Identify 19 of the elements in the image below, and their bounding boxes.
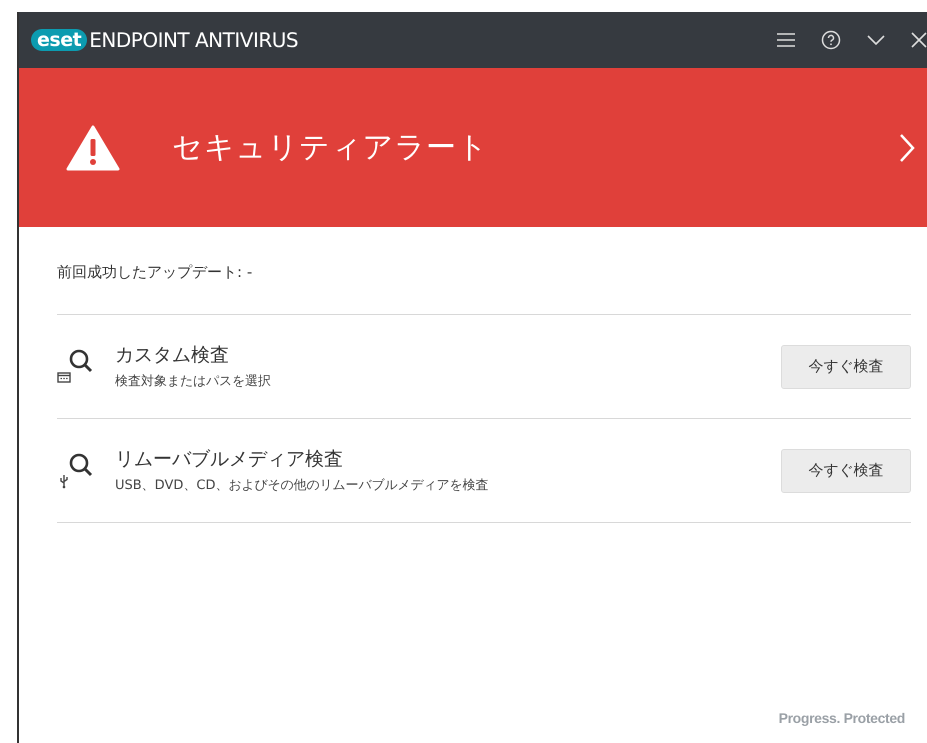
alert-banner[interactable]: セキュリティアラート xyxy=(19,68,927,227)
close-icon[interactable] xyxy=(911,32,927,48)
scan-title: カスタム検査 xyxy=(115,342,230,368)
menu-icon[interactable] xyxy=(777,33,795,47)
slogan-text: Progress. Protected xyxy=(778,709,905,728)
window-title: ENDPOINT ANTIVIRUS xyxy=(89,27,298,54)
custom-scan-icon xyxy=(57,348,93,385)
scan-now-button[interactable]: 今すぐ検査 xyxy=(781,448,911,492)
scan-description: 検査対象またはパスを選択 xyxy=(115,372,271,391)
chevron-down-icon[interactable] xyxy=(867,35,885,45)
alert-title: セキュリティアラート xyxy=(172,129,488,167)
scan-description: USB、DVD、CD、およびその他のリムーバブルメディアを検査 xyxy=(115,476,488,495)
eset-logo: eset xyxy=(31,29,88,51)
scan-title: リムーバブルメディア検査 xyxy=(115,446,344,472)
scan-now-button[interactable]: 今すぐ検査 xyxy=(781,344,911,388)
help-icon[interactable] xyxy=(821,30,841,50)
last-update-text: 前回成功したアップデート: - xyxy=(57,262,254,281)
chevron-right-icon[interactable] xyxy=(899,132,915,162)
warning-icon xyxy=(66,124,120,170)
